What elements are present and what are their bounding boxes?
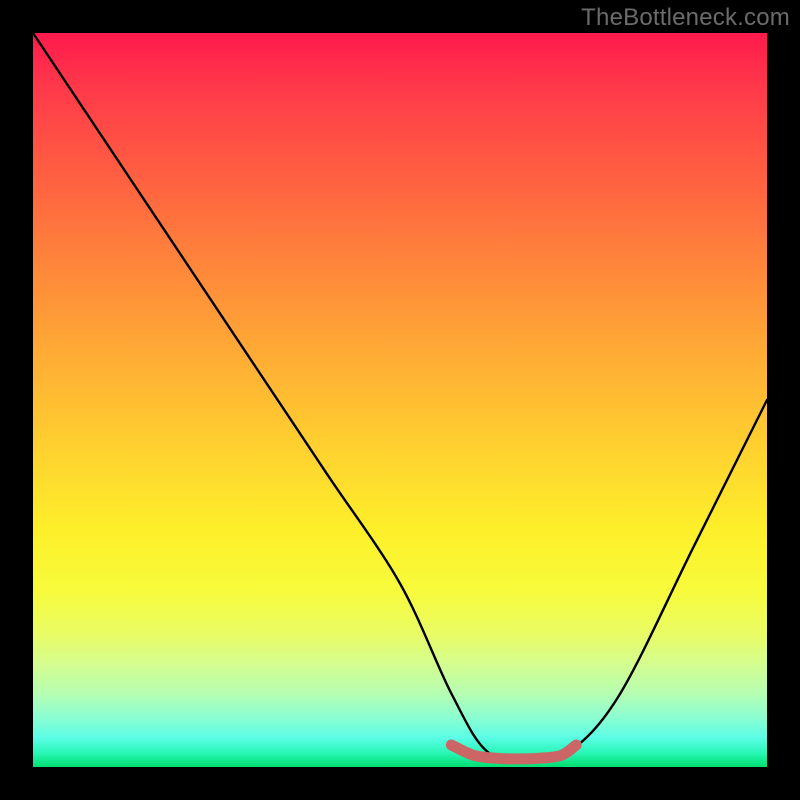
plot-area — [33, 33, 767, 767]
chart-stage: TheBottleneck.com — [0, 0, 800, 800]
optimal-band — [451, 745, 576, 759]
bottleneck-curve — [33, 33, 767, 760]
attribution-text: TheBottleneck.com — [581, 4, 790, 32]
chart-svg — [33, 33, 767, 767]
